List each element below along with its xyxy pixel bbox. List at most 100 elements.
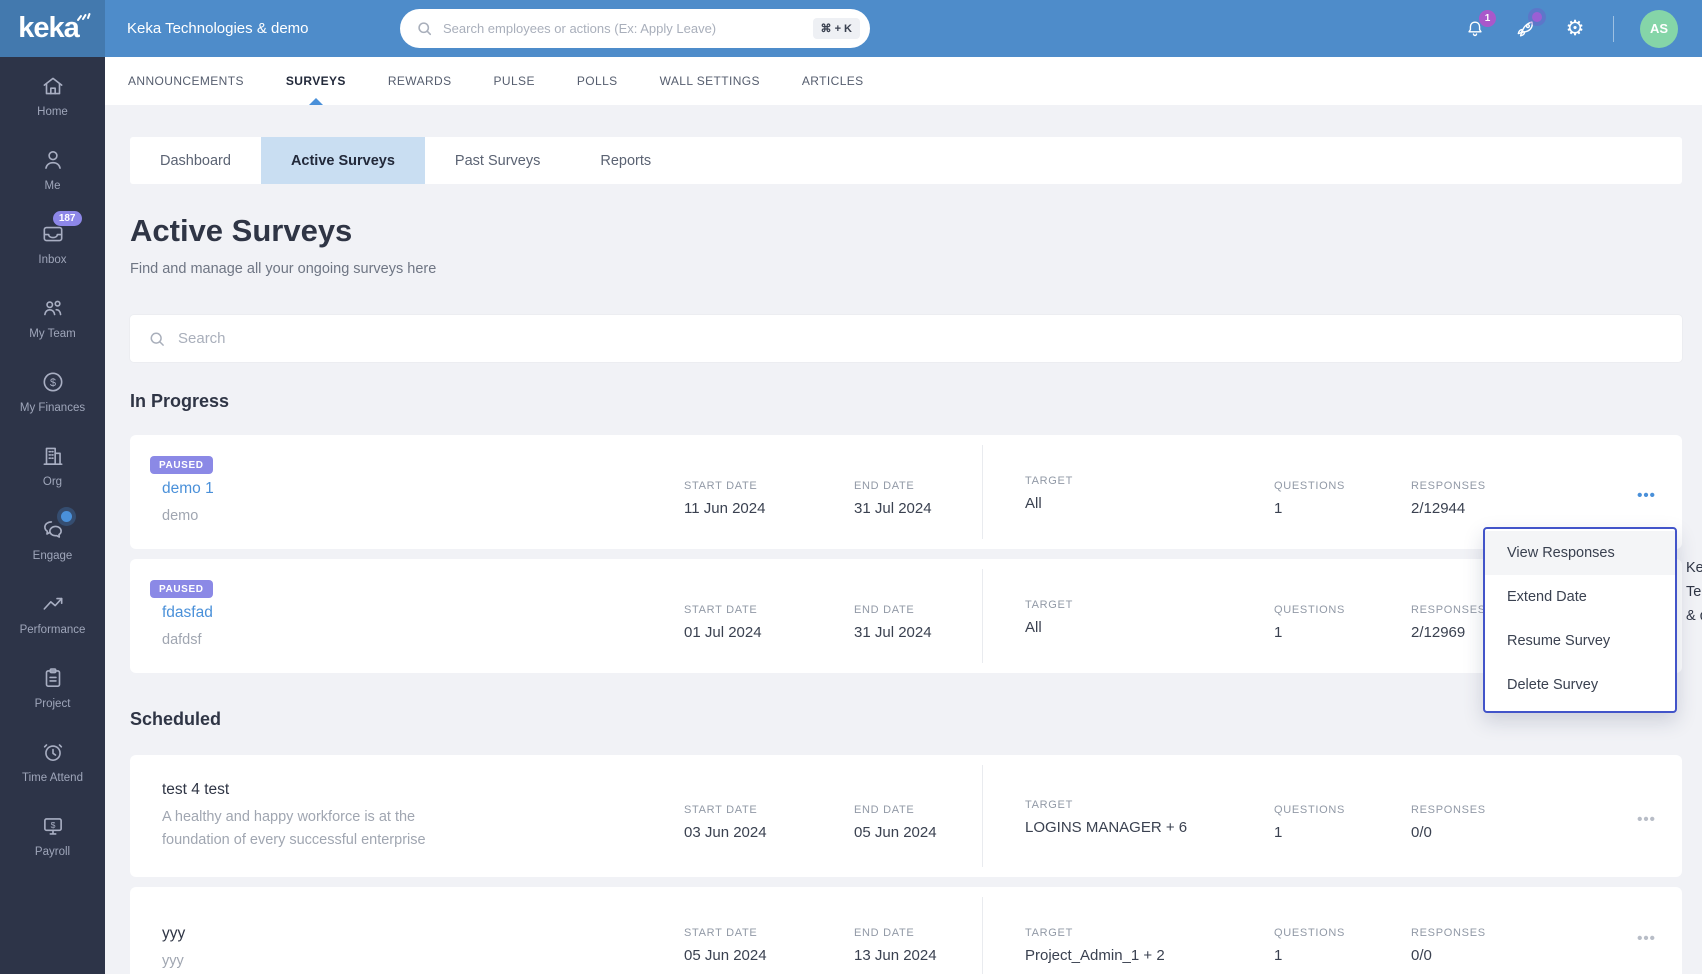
team-icon (40, 295, 66, 321)
menu-item-view-responses[interactable]: View Responses (1485, 531, 1675, 575)
questions-value: 1 (1274, 499, 1283, 517)
survey-subtab-bar: Dashboard Active Surveys Past Surveys Re… (130, 137, 1682, 184)
survey-title-link[interactable]: fdasfad (162, 604, 664, 622)
svg-text:$: $ (49, 377, 55, 389)
sidebar-item-me[interactable]: Me (0, 147, 105, 192)
global-search[interactable]: ⌘ + K (400, 9, 870, 48)
subtab-dashboard[interactable]: Dashboard (130, 137, 261, 184)
tab-rewards[interactable]: REWARDS (388, 57, 452, 105)
start-date-value: 03 Jun 2024 (684, 823, 767, 841)
menu-item-delete-survey[interactable]: Delete Survey (1485, 663, 1675, 707)
survey-card-fdasfad: PAUSED fdasfad dafdsf START DATE 01 Jul 2… (130, 559, 1682, 673)
survey-card-yyy: yyy yyy START DATE 05 Jun 2024 END DATE 13… (130, 887, 1682, 974)
end-date-label: END DATE (854, 927, 915, 939)
sidebar-item-payroll[interactable]: $ Payroll (0, 813, 105, 858)
global-search-input[interactable] (443, 21, 813, 36)
sidebar: Home Me 187 Inbox My Team $ My Finances … (0, 57, 105, 974)
search-icon (150, 332, 164, 346)
svg-text:$: $ (50, 820, 55, 830)
survey-subtitle: demo (162, 508, 199, 525)
survey-card-test-4-test: test 4 test A healthy and happy workforc… (130, 755, 1682, 877)
target-label: TARGET (1025, 598, 1073, 611)
keka-logo[interactable]: keka (0, 0, 105, 57)
payroll-icon: $ (40, 813, 66, 839)
survey-actions-context-menu: View Responses Extend Date Resume Survey… (1483, 527, 1677, 713)
tab-articles[interactable]: ARTICLES (802, 57, 864, 105)
questions-value: 1 (1274, 823, 1283, 841)
sidebar-item-project[interactable]: Project (0, 665, 105, 710)
responses-label: RESPONSES (1411, 479, 1486, 492)
tab-surveys[interactable]: SURVEYS (286, 57, 346, 105)
whats-new-rocket-icon[interactable] (1513, 11, 1542, 41)
section-heading-in-progress: In Progress (130, 391, 230, 411)
engage-icon (40, 511, 72, 543)
sidebar-item-my-finances[interactable]: $ My Finances (0, 369, 105, 414)
questions-value: 1 (1274, 947, 1283, 964)
engage-active-dot (60, 511, 72, 522)
clipped-org-name-text: Keka Technologies & demo (1686, 560, 1702, 624)
responses-value: 0/0 (1411, 947, 1432, 964)
page-title: Active Surveys (130, 213, 353, 248)
sidebar-item-my-team[interactable]: My Team (0, 295, 105, 340)
responses-label: RESPONSES (1411, 927, 1486, 939)
target-label: TARGET (1025, 798, 1073, 811)
start-date-value: 11 Jun 2024 (684, 499, 766, 517)
sidebar-item-home[interactable]: Home (0, 73, 105, 118)
survey-card-demo-1: PAUSED demo 1 demo START DATE 11 Jun 2024… (130, 435, 1682, 549)
tab-announcements[interactable]: ANNOUNCEMENTS (128, 57, 244, 105)
keka-logo-text: keka (18, 12, 80, 44)
menu-item-extend-date[interactable]: Extend Date (1485, 575, 1675, 619)
subtab-reports[interactable]: Reports (570, 137, 681, 184)
menu-item-resume-survey[interactable]: Resume Survey (1485, 619, 1675, 663)
notifications-bell-icon[interactable]: 1 (1463, 9, 1496, 41)
project-icon (40, 665, 66, 691)
tab-wall-settings[interactable]: WALL SETTINGS (660, 57, 760, 105)
start-date-value: 05 Jun 2024 (684, 947, 767, 964)
sidebar-item-inbox[interactable]: 187 Inbox (0, 211, 105, 266)
target-value: LOGINS MANAGER + 6 (1025, 818, 1188, 836)
finances-icon: $ (40, 369, 66, 395)
questions-label: QUESTIONS (1274, 603, 1346, 616)
survey-title: yyy (162, 925, 186, 942)
rocket-notification-dot (1532, 11, 1542, 22)
target-value: Project_Admin_1 + 2 (1025, 947, 1165, 964)
responses-label: RESPONSES (1411, 803, 1486, 816)
inbox-icon: 187 (40, 211, 82, 247)
sidebar-item-performance[interactable]: Performance (0, 591, 105, 636)
survey-title-link[interactable]: demo 1 (162, 480, 664, 498)
inbox-count-badge: 187 (52, 211, 82, 226)
notification-count-badge: 1 (1479, 9, 1496, 27)
settings-gear-icon[interactable]: ⚙ (1563, 17, 1587, 41)
questions-label: QUESTIONS (1274, 479, 1346, 492)
survey-search[interactable] (130, 315, 1682, 362)
survey-search-input[interactable] (178, 330, 1682, 347)
target-label: TARGET (1025, 927, 1073, 939)
end-date-label: END DATE (854, 803, 915, 816)
target-value: All (1025, 494, 1042, 512)
start-date-label: START DATE (684, 927, 758, 939)
sidebar-item-time-attend[interactable]: Time Attend (0, 739, 105, 784)
topbar-divider (1613, 15, 1614, 42)
end-date-label: END DATE (854, 479, 915, 492)
target-value: All (1025, 618, 1042, 636)
tab-pulse[interactable]: PULSE (494, 57, 535, 105)
sidebar-item-engage[interactable]: Engage (0, 511, 105, 562)
top-bar: keka Keka Technologies & demo ⌘ + K 1 ⚙ … (0, 0, 1702, 57)
responses-value: 2/12944 (1411, 499, 1466, 517)
questions-label: QUESTIONS (1274, 803, 1346, 816)
status-badge: PAUSED (150, 580, 213, 599)
user-avatar[interactable]: AS (1640, 9, 1678, 48)
questions-label: QUESTIONS (1274, 927, 1346, 939)
sidebar-item-org[interactable]: Org (0, 443, 105, 488)
user-icon (40, 147, 66, 173)
survey-subtitle: yyy (162, 953, 184, 969)
org-name: Keka Technologies & demo (127, 20, 309, 37)
survey-subtitle: dafdsf (162, 632, 202, 649)
subtab-active-surveys[interactable]: Active Surveys (260, 137, 425, 184)
performance-icon (40, 591, 66, 617)
start-date-label: START DATE (684, 479, 758, 492)
subtab-past-surveys[interactable]: Past Surveys (425, 137, 570, 184)
start-date-label: START DATE (684, 603, 758, 616)
tab-polls[interactable]: POLLS (577, 57, 618, 105)
responses-value: 0/0 (1411, 823, 1432, 841)
